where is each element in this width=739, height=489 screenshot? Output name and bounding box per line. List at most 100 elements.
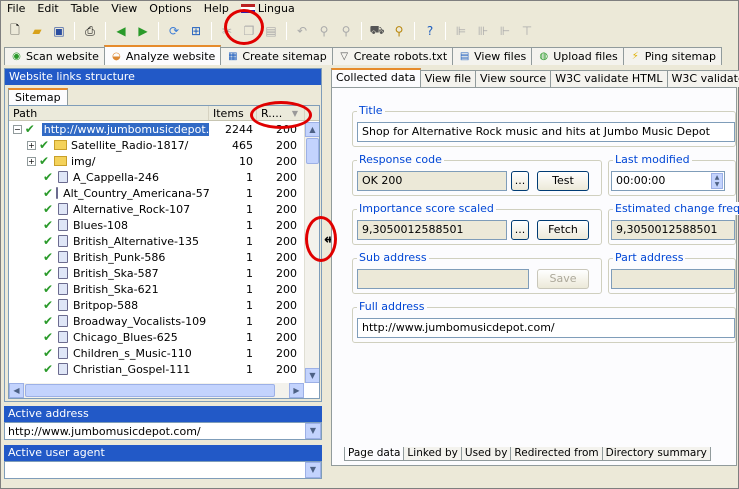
importance-field[interactable]: 9,3050012588501 (357, 220, 507, 240)
tab-redirected-from[interactable]: Redirected from (510, 447, 603, 461)
tree-row[interactable]: ✔ British_Punk-586 1 200 (9, 249, 319, 265)
menu-view[interactable]: View (105, 1, 143, 17)
tree-row[interactable]: + ✔ img/10 200 (9, 153, 319, 169)
tab-create-sitemap[interactable]: ▦ Create sitemap (220, 47, 333, 65)
response-code-field[interactable]: OK 200 (357, 171, 507, 191)
sub-address-field[interactable] (357, 269, 529, 289)
title-field[interactable]: Shop for Alternative Rock music and hits… (357, 122, 735, 142)
open-icon[interactable]: ▰ (27, 21, 47, 41)
print-icon[interactable]: ⎙ (80, 21, 100, 41)
tree-row[interactable]: ✔ Blues-108 1 200 (9, 217, 319, 233)
menu-edit[interactable]: Edit (31, 1, 64, 17)
spinner-icon[interactable]: ▲ ▼ (711, 173, 723, 189)
tree-row[interactable]: ✔ Christian_Gospel-111 1 200 (9, 361, 319, 377)
scroll-down-button[interactable]: ▼ (305, 368, 319, 383)
response-browse-button[interactable]: ... (511, 171, 529, 191)
tab-sitemap[interactable]: Sitemap (8, 88, 68, 105)
tree-row[interactable]: ✔ Children_s_Music-110 1 200 (9, 345, 319, 361)
tree-cell-path: − ✔ http://www.jumbomusicdepot.... (9, 122, 209, 136)
search-next-icon[interactable]: ⚲ (336, 21, 356, 41)
active-address-value: http://www.jumbomusicdepot.com/ (8, 424, 201, 438)
tab-linked-by[interactable]: Linked by (403, 447, 462, 461)
align-top-icon[interactable]: ⊤ (517, 21, 537, 41)
sitemap-tree[interactable]: Path Items R.... ▼ − ✔ http://www.jumbomusi… (8, 105, 320, 399)
fetch-button[interactable]: Fetch (537, 220, 589, 240)
tab-ping-sitemap[interactable]: ⚡ Ping sitemap (622, 47, 722, 65)
scroll-thumb[interactable] (25, 384, 275, 397)
active-user-agent-title: Active user agent (4, 445, 322, 461)
collapse-icon[interactable]: − (13, 124, 22, 134)
tree-row[interactable]: ✔ Chicago_Blues-625 1 200 (9, 329, 319, 345)
tab-collected-data[interactable]: Collected data (331, 68, 421, 87)
change-frequency-field[interactable]: 9,3050012588501 (611, 220, 735, 240)
expand-icon[interactable]: + (27, 140, 36, 150)
refresh-icon[interactable]: ⟳ (164, 21, 184, 41)
tree-icon[interactable]: ⊞ (186, 21, 206, 41)
align-left-icon[interactable]: ⊫ (451, 21, 471, 41)
tree-row[interactable]: ✔ Alternative_Rock-107 1 200 (9, 201, 319, 217)
expand-icon[interactable]: + (27, 156, 36, 166)
tree-row[interactable]: + ✔ Satellite_Radio-1817/465 200 (9, 137, 319, 153)
help-icon[interactable]: ? (420, 21, 440, 41)
find-icon[interactable]: ⚲ (389, 21, 409, 41)
tree-row[interactable]: ✔ British_Ska-587 1 200 (9, 265, 319, 281)
active-address-field[interactable]: http://www.jumbomusicdepot.com/ ▼ (4, 422, 322, 440)
save-icon[interactable]: ▣ (49, 21, 69, 41)
forward-icon[interactable]: ▶ (133, 21, 153, 41)
tab-view-source[interactable]: View source (475, 70, 552, 87)
tab-create-robots[interactable]: ▽ Create robots.txt (331, 47, 454, 65)
scroll-thumb[interactable] (306, 138, 319, 164)
tree-row[interactable]: ✔ Britpop-588 1 200 (9, 297, 319, 313)
scroll-up-button[interactable]: ▲ (305, 122, 319, 137)
menu-file[interactable]: File (1, 1, 31, 17)
tab-used-by[interactable]: Used by (460, 447, 512, 461)
scroll-right-button[interactable]: ▶ (289, 383, 304, 398)
align-center-icon[interactable]: ⊪ (473, 21, 493, 41)
save-button[interactable]: Save (537, 269, 589, 289)
tab-w3c-validate-html[interactable]: W3C validate HTML (550, 70, 668, 87)
tab-analyze-website[interactable]: ◒ Analyze website (103, 45, 222, 65)
chevron-down-icon[interactable]: ▼ (305, 462, 321, 478)
undo-icon[interactable]: ↶ (292, 21, 312, 41)
back-icon[interactable]: ◀ (111, 21, 131, 41)
page-icon (58, 331, 68, 343)
scroll-left-button[interactable]: ◀ (9, 383, 24, 398)
tab-view-file[interactable]: View file (419, 70, 477, 87)
tab-scan-website[interactable]: ◉ Scan website (4, 47, 105, 65)
tree-row[interactable]: ✔ Broadway_Vocalists-109 1 200 (9, 313, 319, 329)
tree-cell-items: 1 (246, 330, 253, 344)
tree-cell-response: 200 (276, 234, 297, 248)
align-right-icon[interactable]: ⊩ (495, 21, 515, 41)
search-icon[interactable]: ⚲ (314, 21, 334, 41)
last-modified-field[interactable]: 00:00:00 (611, 171, 725, 191)
tree-row[interactable]: ✔ British_Ska-621 1 200 (9, 281, 319, 297)
tree-row[interactable]: ✔ Alt_Country_Americana-576 1 200 (9, 185, 319, 201)
tree-cell-response: 200 (276, 170, 297, 184)
part-address-field[interactable] (611, 269, 735, 289)
menu-table[interactable]: Table (65, 1, 105, 17)
column-path[interactable]: Path (9, 106, 209, 120)
check-icon: ✔ (43, 266, 54, 280)
tab-directory-summary[interactable]: Directory summary (601, 447, 711, 461)
full-address-field[interactable]: http://www.jumbomusicdepot.com/ (357, 318, 735, 338)
chevron-down-icon[interactable]: ▼ (305, 423, 321, 439)
tree-cell-path: ✔ British_Ska-621 (9, 282, 209, 296)
importance-browse-button[interactable]: ... (511, 220, 529, 240)
tab-page-data[interactable]: Page data (344, 447, 405, 461)
tree-row[interactable]: ✔ British_Alternative-135 1 200 (9, 233, 319, 249)
menu-options[interactable]: Options (143, 1, 197, 17)
tab-upload-files[interactable]: ◍ Upload files (531, 47, 624, 65)
tab-w3c-validate-css[interactable]: W3C validate CSS (666, 70, 739, 87)
active-user-agent-field[interactable]: ▼ (4, 461, 322, 479)
paste-icon[interactable]: ▤ (261, 21, 281, 41)
tree-row[interactable]: ✔ A_Cappella-246 1 200 (9, 169, 319, 185)
tab-view-files[interactable]: ▤ View files (452, 47, 533, 65)
tab-label: Ping sitemap (644, 50, 716, 63)
cart-icon[interactable]: ⛟ (367, 21, 387, 41)
new-icon[interactable]: 🗋 (5, 21, 25, 41)
test-button[interactable]: Test (537, 171, 589, 191)
horizontal-scrollbar[interactable]: ◀ ▶ (9, 383, 304, 398)
tree-cell-response: 200 (276, 250, 297, 264)
page-icon (58, 363, 68, 375)
change-frequency-label: Estimated change frequency (613, 202, 739, 215)
